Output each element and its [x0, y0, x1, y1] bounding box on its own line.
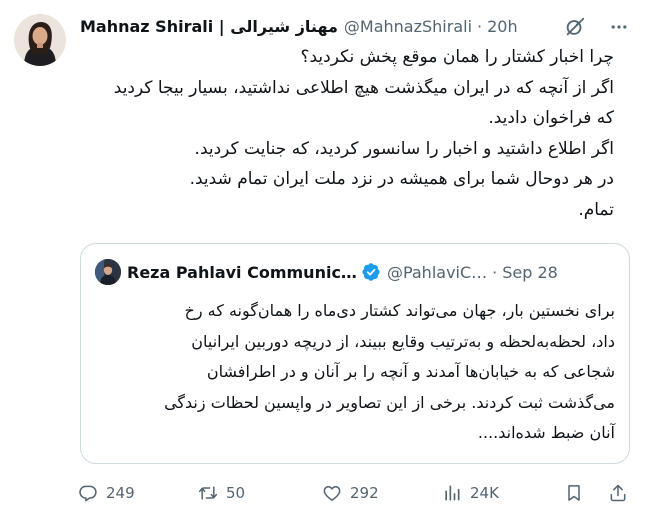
tweet-text-line: در هر دوحال شما برای همیشه در نزد ملت ای… [189, 169, 614, 189]
bookmark-icon [568, 485, 580, 501]
reply-button[interactable]: 249 [78, 480, 135, 506]
quoted-text-line: می‌گذشت ثبت کردند. برخی از این تصاویر در… [164, 392, 615, 412]
repost-count: 50 [226, 484, 246, 502]
quoted-author-display-name[interactable]: Reza Pahlavi Communic… [127, 263, 357, 282]
quoted-author-avatar-image [95, 259, 121, 285]
quoted-author-handle[interactable]: @PahlaviC… [387, 263, 487, 282]
more-icon[interactable] [604, 14, 634, 40]
tweet-header: Mahnaz Shirali | مهناز شیرالی @MahnazShi… [80, 14, 634, 38]
repost-button[interactable]: 50 [198, 480, 245, 506]
tweet[interactable]: Mahnaz Shirali | مهناز شیرالی @MahnazShi… [0, 0, 646, 511]
quoted-text-line: شجاعی که به خیابان‌ها آمدند و آنچه را بر… [206, 362, 615, 381]
like-count: 292 [350, 484, 379, 502]
share-button[interactable] [608, 480, 628, 506]
tweet-text-line: تمام. [578, 199, 614, 220]
quoted-text-line: برای نخستین بار، جهان می‌تواند کشتار دی‌… [184, 301, 615, 320]
author-avatar-image [14, 14, 66, 66]
author-avatar[interactable] [14, 14, 66, 66]
tweet-text-line: اگر از آنچه که در ایران میگذشت هیچ اطلاع… [113, 77, 614, 98]
grok-icon[interactable] [562, 14, 588, 40]
quoted-text-line: داد، لحظه‌به‌لحظه و به‌ترتیب وقایع ببیند… [191, 331, 615, 351]
verified-badge-icon [361, 262, 381, 282]
reply-count: 249 [106, 484, 135, 502]
tweet-actions: 249 50 292 24K [78, 480, 634, 506]
heart-icon [323, 486, 341, 501]
quoted-tweet-timestamp[interactable]: Sep 28 [502, 263, 558, 282]
bookmark-button[interactable] [564, 480, 584, 506]
views-icon [445, 485, 460, 501]
repost-icon [198, 486, 218, 500]
quoted-tweet-header: Reza Pahlavi Communic… @PahlaviC… · Sep … [95, 259, 617, 285]
quoted-header-separator: · [492, 262, 498, 282]
quoted-text-line: آنان ضبط شده‌اند.... [477, 423, 615, 442]
reply-icon [79, 485, 97, 502]
author-handle[interactable]: @MahnazShirali [344, 17, 472, 36]
header-separator: · [477, 16, 483, 36]
tweet-text-line: اگر اطلاع داشتید و اخبار را سانسور کردید… [194, 138, 614, 159]
quoted-tweet-text: برای نخستین بار، جهان می‌تواند کشتار دی‌… [95, 296, 615, 449]
tweet-timestamp[interactable]: 20h [487, 17, 518, 36]
tweet-text-line: چرا اخبار کشتار را همان موقع پخش نکردید؟ [300, 47, 614, 67]
tweet-text: چرا اخبار کشتار را همان موقع پخش نکردید؟… [80, 42, 614, 225]
quoted-author-avatar[interactable] [95, 259, 121, 285]
views-count: 24K [470, 484, 499, 502]
like-button[interactable]: 292 [322, 480, 379, 506]
quoted-tweet[interactable]: Reza Pahlavi Communic… @PahlaviC… · Sep … [80, 243, 630, 464]
author-display-name[interactable]: Mahnaz Shirali | مهناز شیرالی [80, 17, 338, 36]
tweet-text-line: که فراخوان دادید. [488, 108, 614, 128]
share-icon [610, 484, 626, 502]
views-button[interactable]: 24K [442, 480, 499, 506]
